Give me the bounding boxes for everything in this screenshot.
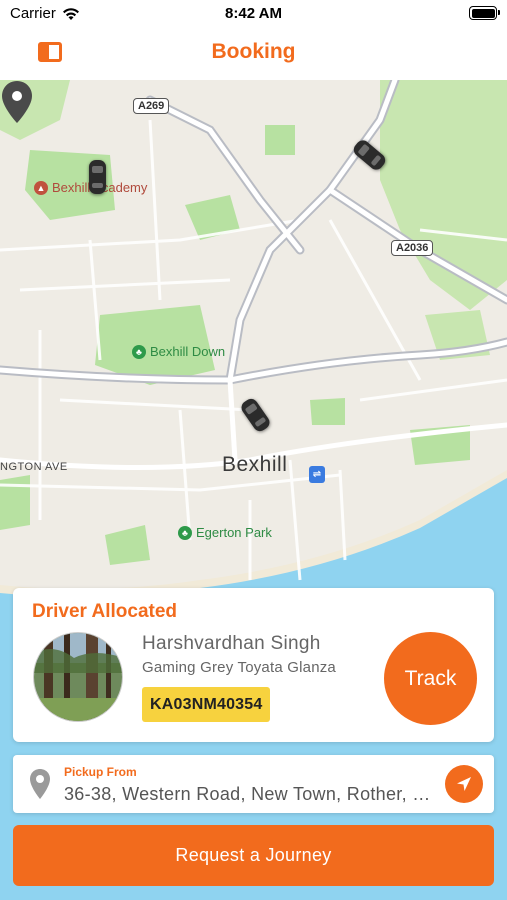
driver-card: Driver Allocated Harshvardhan Singh Gami… <box>13 588 494 742</box>
rail-station-icon[interactable]: ⇌ <box>309 466 325 483</box>
park-icon: ♣ <box>178 525 192 540</box>
road-shield-label: A269 <box>138 100 165 112</box>
navigation-arrow-icon <box>457 777 471 791</box>
navigation-bar: Booking <box>0 28 507 80</box>
location-pin-icon <box>30 769 50 799</box>
poi-label: Bexhill Down <box>150 344 226 359</box>
driver-status: Driver Allocated <box>32 601 178 622</box>
park-icon: ♣ <box>132 344 146 359</box>
pickup-address[interactable]: 36-38, Western Road, New Town, Rother, E… <box>64 784 434 805</box>
map-pin-icon <box>2 81 32 123</box>
vehicle-name: Gaming Grey Toyata Glanza <box>142 659 336 676</box>
pickup-label: Pickup From <box>64 765 137 779</box>
pickup-field[interactable]: Pickup From 36-38, Western Road, New Tow… <box>13 755 494 813</box>
road-shield-a269: A269 <box>133 98 170 114</box>
road-shield-label: A2036 <box>396 242 429 254</box>
poi-label: Egerton Park <box>196 525 272 540</box>
school-icon: ▲ <box>34 180 48 195</box>
request-journey-button[interactable]: Request a Journey <box>13 825 494 886</box>
poi-egerton-park[interactable]: ♣ Egerton Park <box>178 525 272 540</box>
car-icon <box>89 160 106 194</box>
locate-me-button[interactable] <box>445 765 483 803</box>
clock: 8:42 AM <box>225 5 282 22</box>
track-button[interactable]: Track <box>384 632 477 725</box>
status-bar: Carrier 8:42 AM <box>0 0 507 28</box>
forest-photo <box>34 633 122 721</box>
page-title: Booking <box>211 40 296 63</box>
driver-avatar <box>33 632 123 722</box>
street-label: NGTON AVE <box>0 461 68 473</box>
town-label: Bexhill <box>222 453 288 476</box>
poi-bexhill-down[interactable]: ♣ Bexhill Down <box>132 344 225 359</box>
battery-icon <box>469 6 500 20</box>
road-shield-a2036: A2036 <box>391 240 434 256</box>
driver-name: Harshvardhan Singh <box>142 633 321 654</box>
license-plate: KA03NM40354 <box>142 687 271 722</box>
